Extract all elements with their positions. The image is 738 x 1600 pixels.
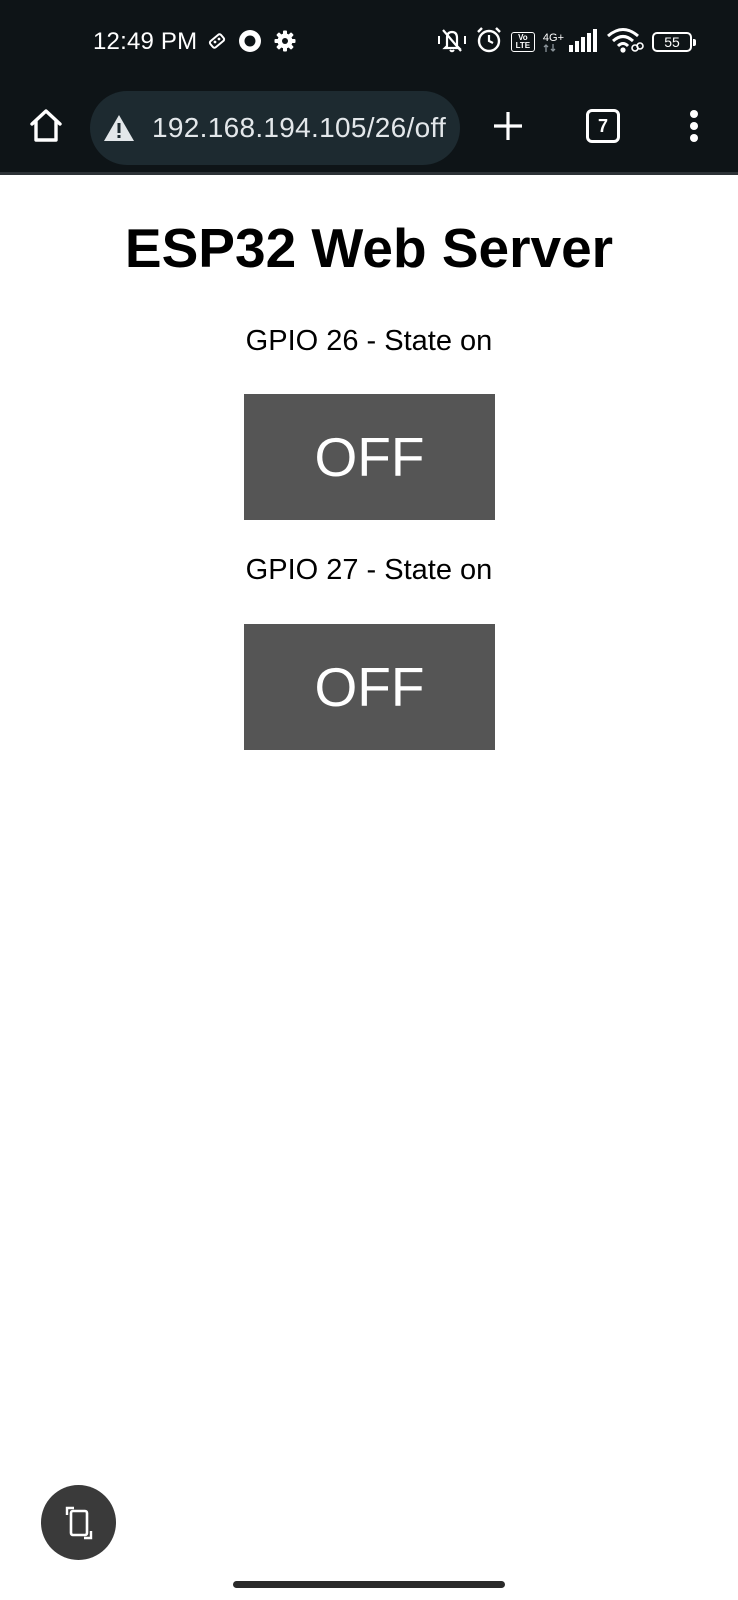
alarm-icon [475, 26, 503, 59]
tab-switcher-button[interactable]: 7 [583, 106, 623, 146]
new-tab-button[interactable] [486, 104, 530, 148]
network-type-label: 4G+ [542, 31, 564, 44]
rotate-screen-button[interactable] [41, 1485, 116, 1560]
gear-icon [273, 29, 297, 58]
toolbar-divider [0, 172, 738, 175]
warning-triangle-icon[interactable] [102, 113, 136, 143]
volte-icon: Vo LTE [510, 32, 535, 52]
wifi-icon [606, 26, 644, 59]
tab-count: 7 [586, 109, 620, 143]
status-right-icons: Vo LTE 4G+ 55 [437, 26, 696, 59]
gpio26-state-label: GPIO 26 - State on [245, 325, 493, 357]
network-type: 4G+ [542, 31, 564, 52]
page-title: ESP32 Web Server [124, 217, 614, 279]
plus-icon [494, 112, 522, 140]
home-icon [30, 109, 62, 142]
gpio27-off-button[interactable]: OFF [244, 624, 495, 750]
status-time: 12:49 PM [93, 28, 198, 55]
vertical-dots-icon [690, 110, 698, 142]
circle-record-icon [237, 28, 263, 59]
gpio26-off-button[interactable]: OFF [244, 394, 495, 520]
gesture-nav-bar[interactable] [233, 1581, 505, 1588]
status-left-icons [207, 28, 297, 58]
vibrate-mute-icon [437, 26, 467, 59]
bluetooth-hardware-icon [207, 31, 227, 56]
cellular-signal-icon [568, 28, 598, 57]
status-bar: 12:49 PM Vo LTE 4G+ 55 [0, 0, 738, 84]
rotate-icon [65, 1506, 92, 1539]
volte-bottom-text: LTE [515, 41, 531, 50]
address-bar[interactable]: 192.168.194.105/26/off [90, 91, 460, 165]
gpio27-state-label: GPIO 27 - State on [245, 554, 493, 586]
home-button[interactable] [24, 104, 68, 148]
battery-level: 55 [664, 34, 680, 50]
url-text[interactable]: 192.168.194.105/26/off [152, 112, 446, 144]
battery-icon: 55 [652, 32, 696, 52]
browser-toolbar: 192.168.194.105/26/off 7 [0, 84, 738, 172]
more-options-button[interactable] [676, 104, 712, 148]
